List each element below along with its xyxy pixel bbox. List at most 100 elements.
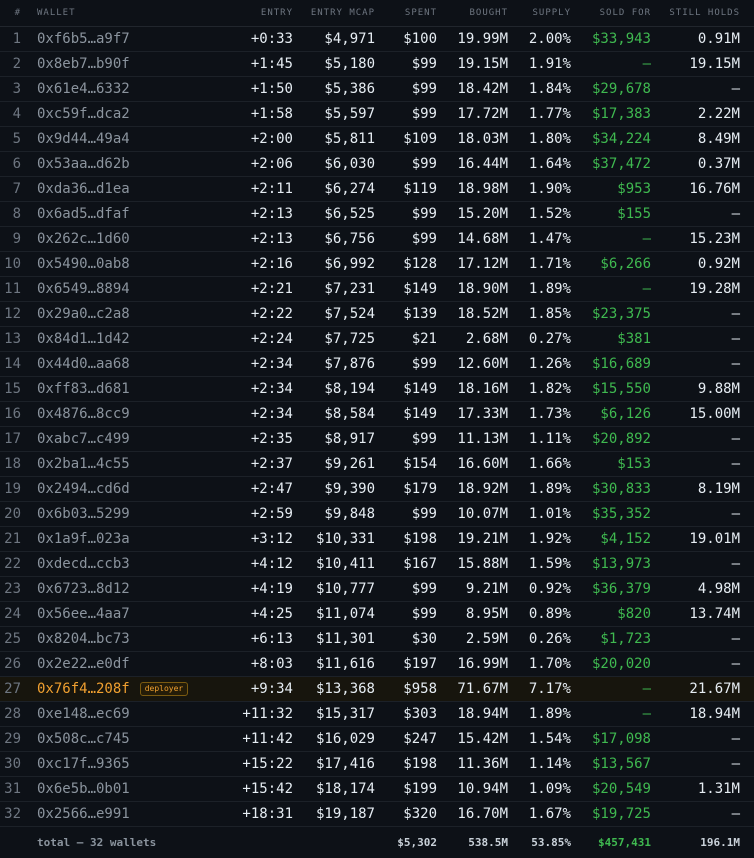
table-row[interactable]: 29 0x508c…c745 +11:42 $16,029 $247 15.42M 1.54…	[0, 726, 754, 752]
table-row[interactable]: 10 0x5490…0ab8 +2:16 $6,992 $128 17.12M 1.71% $…	[0, 251, 754, 277]
row-index-text: 2	[12, 56, 21, 72]
table-row[interactable]: 19 0x2494…cd6d +2:47 $9,390 $179 18.92M 1.89% $…	[0, 476, 754, 502]
row-index: 17	[0, 426, 37, 452]
wallet-address[interactable]: 0x1a9f…023a	[37, 526, 229, 552]
wallet-address[interactable]: 0xe148…ec69	[37, 701, 229, 727]
wallet-address[interactable]: 0xf6b5…a9f7	[37, 26, 229, 52]
entry-mcap: $6,756	[293, 226, 375, 252]
table-row[interactable]: 2 0x8eb7…b90f +1:45 $5,180 $99 19.15M 1.91% — 19…	[0, 51, 754, 77]
table-row[interactable]: 12 0x29a0…c2a8 +2:22 $7,524 $139 18.52M 1.85% $…	[0, 301, 754, 327]
col-header-entry[interactable]: ENTRY	[229, 0, 293, 27]
wallet-address[interactable]: 0x2ba1…4c55	[37, 451, 229, 477]
table-row[interactable]: 3 0x61e4…6332 +1:50 $5,386 $99 18.42M 1.84% $29…	[0, 76, 754, 102]
wallet-address-text: 0x6723…8d12	[37, 581, 130, 597]
entry-time-text: +2:16	[250, 256, 293, 272]
wallet-address[interactable]: 0xda36…d1ea	[37, 176, 229, 202]
spent-value-text: $154	[403, 456, 437, 472]
wallet-address[interactable]: 0x2494…cd6d	[37, 476, 229, 502]
supply-value: 0.92%	[508, 576, 571, 602]
wallet-address[interactable]: 0xff83…d681	[37, 376, 229, 402]
entry-mcap: $5,811	[293, 126, 375, 152]
table-row[interactable]: 26 0x2e22…e0df +8:03 $11,616 $197 16.99M 1.70%…	[0, 651, 754, 677]
table-row[interactable]: 24 0x56ee…4aa7 +4:25 $11,074 $99 8.95M 0.89% $8…	[0, 601, 754, 627]
col-header-still-holds[interactable]: STILL HOLDS	[651, 0, 754, 27]
sold-for-value: —	[571, 276, 651, 302]
table-row[interactable]: 9 0x262c…1d60 +2:13 $6,756 $99 14.68M 1.47% — 15…	[0, 226, 754, 252]
wallet-address[interactable]: 0x76f4…208f deployer	[37, 676, 229, 702]
table-row[interactable]: 15 0xff83…d681 +2:34 $8,194 $149 18.16M 1.82% $…	[0, 376, 754, 402]
wallet-address[interactable]: 0x44d0…aa68	[37, 351, 229, 377]
table-row[interactable]: 20 0x6b03…5299 +2:59 $9,848 $99 10.07M 1.01% $3…	[0, 501, 754, 527]
table-row[interactable]: 13 0x84d1…1d42 +2:24 $7,725 $21 2.68M 0.27% $38…	[0, 326, 754, 352]
table-row[interactable]: 11 0x6549…8894 +2:21 $7,231 $149 18.90M 1.89% —…	[0, 276, 754, 302]
table-row[interactable]: 7 0xda36…d1ea +2:11 $6,274 $119 18.98M 1.90% $9…	[0, 176, 754, 202]
supply-value: 1.92%	[508, 526, 571, 552]
table-row[interactable]: 28 0xe148…ec69 +11:32 $15,317 $303 18.94M 1.89…	[0, 701, 754, 727]
bought-value-text: 11.13M	[457, 431, 508, 447]
wallet-address[interactable]: 0x4876…8cc9	[37, 401, 229, 427]
wallet-address[interactable]: 0x508c…c745	[37, 726, 229, 752]
table-row[interactable]: 1 0xf6b5…a9f7 +0:33 $4,971 $100 19.99M 2.00% $3…	[0, 26, 754, 52]
table-row[interactable]: 6 0x53aa…d62b +2:06 $6,030 $99 16.44M 1.64% $37…	[0, 151, 754, 177]
table-row[interactable]: 31 0x6e5b…0b01 +15:42 $18,174 $199 10.94M 1.09…	[0, 776, 754, 802]
spent-value-text: $119	[403, 181, 437, 197]
table-row[interactable]: 32 0x2566…e991 +18:31 $19,187 $320 16.70M 1.67…	[0, 801, 754, 827]
wallet-address[interactable]: 0x6e5b…0b01	[37, 776, 229, 802]
wallet-address[interactable]: 0xdecd…ccb3	[37, 551, 229, 577]
sold-for-value-text: $6,266	[600, 256, 651, 272]
wallet-address[interactable]: 0x6723…8d12	[37, 576, 229, 602]
wallet-address[interactable]: 0x5490…0ab8	[37, 251, 229, 277]
col-header-sold-for[interactable]: SOLD FOR	[571, 0, 651, 27]
table-row[interactable]: 14 0x44d0…aa68 +2:34 $7,876 $99 12.60M 1.26% $1…	[0, 351, 754, 377]
wallet-address[interactable]: 0x84d1…1d42	[37, 326, 229, 352]
bought-value: 15.20M	[437, 201, 508, 227]
wallet-address[interactable]: 0xc17f…9365	[37, 751, 229, 777]
table-row[interactable]: 5 0x9d44…49a4 +2:00 $5,811 $109 18.03M 1.80% $3…	[0, 126, 754, 152]
wallet-address[interactable]: 0x9d44…49a4	[37, 126, 229, 152]
wallet-address[interactable]: 0x29a0…c2a8	[37, 301, 229, 327]
entry-time: +8:03	[229, 651, 293, 677]
wallet-address[interactable]: 0x2e22…e0df	[37, 651, 229, 677]
wallet-address-text: 0x2e22…e0df	[37, 656, 130, 672]
bought-value: 2.68M	[437, 326, 508, 352]
col-header-supply[interactable]: SUPPLY	[508, 0, 571, 27]
col-header-spent[interactable]: SPENT	[375, 0, 437, 27]
row-index-text: 22	[4, 556, 21, 572]
table-row[interactable]: 25 0x8204…bc73 +6:13 $11,301 $30 2.59M 0.26% $1…	[0, 626, 754, 652]
table-row[interactable]: 30 0xc17f…9365 +15:22 $17,416 $198 11.36M 1.14…	[0, 751, 754, 777]
sold-for-value: $29,678	[571, 76, 651, 102]
wallet-address[interactable]: 0x262c…1d60	[37, 226, 229, 252]
col-header-entry-mcap[interactable]: ENTRY MCAP	[293, 0, 375, 27]
wallet-address[interactable]: 0xabc7…c499	[37, 426, 229, 452]
wallet-address[interactable]: 0x6ad5…dfaf	[37, 201, 229, 227]
wallet-address[interactable]: 0xc59f…dca2	[37, 101, 229, 127]
supply-value: 0.26%	[508, 626, 571, 652]
still-holds-value-text: —	[731, 806, 740, 822]
row-index-text: 25	[4, 631, 21, 647]
wallet-address[interactable]: 0x56ee…4aa7	[37, 601, 229, 627]
wallet-address[interactable]: 0x2566…e991	[37, 801, 229, 827]
wallet-address[interactable]: 0x61e4…6332	[37, 76, 229, 102]
wallet-address-text: 0x61e4…6332	[37, 81, 130, 97]
table-row[interactable]: 21 0x1a9f…023a +3:12 $10,331 $198 19.21M 1.92%…	[0, 526, 754, 552]
entry-mcap-text: $10,411	[315, 556, 375, 572]
table-row[interactable]: 16 0x4876…8cc9 +2:34 $8,584 $149 17.33M 1.73% $…	[0, 401, 754, 427]
table-row[interactable]: 17 0xabc7…c499 +2:35 $8,917 $99 11.13M 1.11% $2…	[0, 426, 754, 452]
wallet-address[interactable]: 0x8eb7…b90f	[37, 51, 229, 77]
entry-time-text: +2:47	[250, 481, 293, 497]
col-header-bought[interactable]: BOUGHT	[437, 0, 508, 27]
col-header-wallet[interactable]: WALLET	[37, 0, 229, 27]
row-index: 28	[0, 701, 37, 727]
table-row[interactable]: 4 0xc59f…dca2 +1:58 $5,597 $99 17.72M 1.77% $17…	[0, 101, 754, 127]
table-row[interactable]: 22 0xdecd…ccb3 +4:12 $10,411 $167 15.88M 1.59%…	[0, 551, 754, 577]
wallet-address[interactable]: 0x6b03…5299	[37, 501, 229, 527]
table-row[interactable]: 23 0x6723…8d12 +4:19 $10,777 $99 9.21M 0.92% $3…	[0, 576, 754, 602]
wallet-address[interactable]: 0x53aa…d62b	[37, 151, 229, 177]
entry-time-text: +3:12	[250, 531, 293, 547]
entry-mcap: $6,992	[293, 251, 375, 277]
table-row[interactable]: 18 0x2ba1…4c55 +2:37 $9,261 $154 16.60M 1.66% $…	[0, 451, 754, 477]
table-row-deployer[interactable]: 27 0x76f4…208f deployer +9:34 $13,368 $958 71.…	[0, 676, 754, 702]
table-row[interactable]: 8 0x6ad5…dfaf +2:13 $6,525 $99 15.20M 1.52% $15…	[0, 201, 754, 227]
wallet-address[interactable]: 0x8204…bc73	[37, 626, 229, 652]
wallet-address[interactable]: 0x6549…8894	[37, 276, 229, 302]
